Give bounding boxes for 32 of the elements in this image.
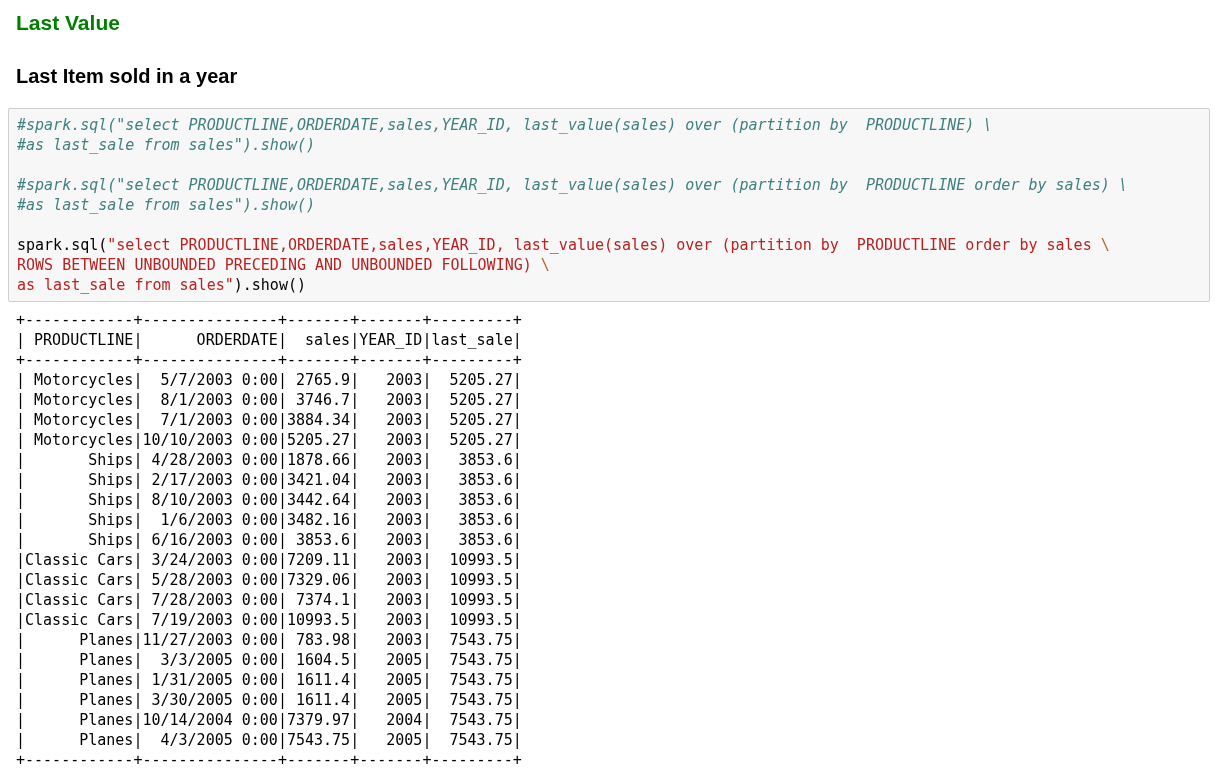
output-line: | Planes|10/14/2004 0:00|7379.97| 2004| 7543.75| <box>16 710 522 730</box>
output-line: +------------+---------------+-------+-------+---------+ <box>16 310 522 330</box>
output-line: | Planes| 3/30/2005 0:00| 1611.4| 2005| 7543.75| <box>16 690 522 710</box>
code-line: #spark.sql("select PRODUCTLINE,ORDERDATE,sales,YEAR_ID, last_value(sales) over (partition by PRODUCTLINE) \ <box>17 115 993 135</box>
output-line: |Classic Cars| 3/24/2003 0:00|7209.11| 2003| 10993.5| <box>16 550 522 570</box>
output-line: | PRODUCTLINE| ORDERDATE| sales|YEAR_ID|last_sale| <box>16 330 522 350</box>
output-line: | Ships| 4/28/2003 0:00|1878.66| 2003| 3853.6| <box>16 450 522 470</box>
output-line: |Classic Cars| 7/28/2003 0:00| 7374.1| 2003| 10993.5| <box>16 590 522 610</box>
code-line: as last_sale from sales").show() <box>17 275 306 295</box>
section-heading: Last Item sold in a year <box>15 65 238 88</box>
code-line: #spark.sql("select PRODUCTLINE,ORDERDATE,sales,YEAR_ID, last_value(sales) over (partition by PRODUCTLINE order by sales) \ <box>17 175 1128 195</box>
output-line: | Motorcycles| 8/1/2003 0:00| 3746.7| 2003| 5205.27| <box>16 390 522 410</box>
output-line: | Motorcycles| 7/1/2003 0:00|3884.34| 2003| 5205.27| <box>16 410 522 430</box>
output-line: |Classic Cars| 7/19/2003 0:00|10993.5| 2003| 10993.5| <box>16 610 522 630</box>
code-line: spark.sql("select PRODUCTLINE,ORDERDATE,sales,YEAR_ID, last_value(sales) over (partition by PRODUCTLINE order by sales \ <box>17 235 1110 255</box>
output-line: | Planes| 3/3/2005 0:00| 1604.5| 2005| 7543.75| <box>16 650 522 670</box>
output-line: | Planes| 1/31/2005 0:00| 1611.4| 2005| 7543.75| <box>16 670 522 690</box>
output-line: | Planes| 4/3/2005 0:00|7543.75| 2005| 7543.75| <box>16 730 522 750</box>
output-line: | Ships| 1/6/2003 0:00|3482.16| 2003| 3853.6| <box>16 510 522 530</box>
output-line: | Ships| 2/17/2003 0:00|3421.04| 2003| 3853.6| <box>16 470 522 490</box>
output-line: | Ships| 6/16/2003 0:00| 3853.6| 2003| 3853.6| <box>16 530 522 550</box>
code-line: #as last_sale from sales").show() <box>17 135 315 155</box>
output-line: |Classic Cars| 5/28/2003 0:00|7329.06| 2003| 10993.5| <box>16 570 522 590</box>
code-line: ROWS BETWEEN UNBOUNDED PRECEDING AND UNBOUNDED FOLLOWING) \ <box>17 255 550 275</box>
output-line: +------------+---------------+-------+-------+---------+ <box>16 350 522 370</box>
output-line: | Motorcycles|10/10/2003 0:00|5205.27| 2003| 5205.27| <box>16 430 522 450</box>
output-line: | Motorcycles| 5/7/2003 0:00| 2765.9| 2003| 5205.27| <box>16 370 522 390</box>
output-line: +------------+---------------+-------+-------+---------+ <box>16 750 522 770</box>
section-heading: Last Value <box>15 11 120 35</box>
output-line: | Ships| 8/10/2003 0:00|3442.64| 2003| 3853.6| <box>16 490 522 510</box>
output-line: | Planes|11/27/2003 0:00| 783.98| 2003| 7543.75| <box>16 630 522 650</box>
code-line: #as last_sale from sales").show() <box>17 195 315 215</box>
